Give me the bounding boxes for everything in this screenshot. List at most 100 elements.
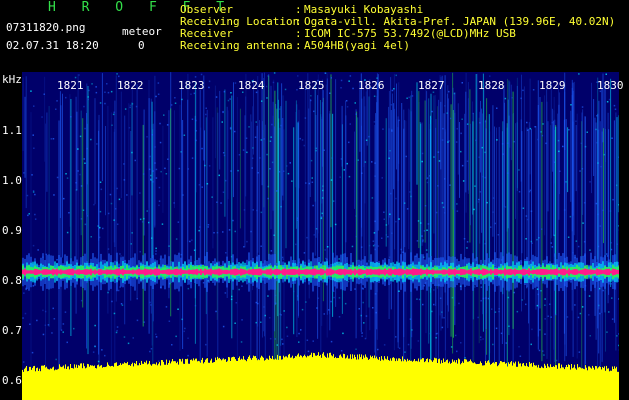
noise-streak: [182, 120, 184, 349]
baseline-fill: [185, 359, 186, 400]
baseline-fill: [459, 359, 460, 400]
baseline-fill: [143, 363, 144, 400]
baseline-fill: [70, 364, 71, 400]
baseline-fill: [272, 355, 273, 400]
x-tick-label: 1823: [178, 79, 205, 92]
carrier-line: [406, 269, 408, 275]
noise-speckle: [298, 332, 300, 335]
baseline-fill: [176, 363, 177, 400]
noise-speckle: [387, 236, 389, 238]
noise-speckle: [374, 220, 376, 223]
baseline-fill: [119, 365, 120, 400]
noise-speckle: [436, 332, 439, 335]
carrier-line: [444, 269, 446, 275]
noise-speckle: [421, 152, 424, 155]
baseline-fill: [458, 358, 459, 400]
baseline-fill: [264, 360, 265, 400]
noise-speckle: [599, 225, 602, 227]
noise-speckle: [241, 285, 243, 287]
baseline-fill: [28, 370, 29, 400]
noise-speckle: [215, 310, 217, 313]
noise-speckle: [484, 176, 486, 179]
noise-speckle: [92, 351, 95, 353]
noise-speckle: [506, 172, 509, 174]
baseline-fill: [563, 367, 564, 400]
noise-speckle: [29, 323, 31, 325]
baseline-fill: [126, 363, 127, 400]
noise-speckle: [525, 303, 527, 306]
noise-speckle: [99, 226, 101, 229]
noise-speckle: [187, 287, 190, 290]
noise-speckle: [463, 238, 466, 240]
noise-speckle: [569, 215, 572, 218]
noise-speckle: [426, 177, 429, 179]
baseline-fill: [341, 356, 342, 400]
baseline-fill: [138, 365, 139, 400]
noise-speckle: [583, 202, 586, 204]
baseline-fill: [439, 358, 440, 400]
noise-speckle: [456, 128, 458, 130]
baseline-fill: [520, 363, 521, 400]
noise-speckle: [62, 331, 64, 333]
carrier-line: [458, 270, 460, 274]
noise-speckle: [104, 354, 106, 357]
noise-speckle: [574, 304, 576, 306]
baseline-fill: [132, 362, 133, 400]
noise-speckle: [56, 100, 58, 102]
baseline-fill: [369, 358, 370, 400]
carrier-line: [192, 269, 194, 275]
noise-speckle: [492, 211, 494, 213]
baseline-fill: [302, 357, 303, 400]
carrier-line: [186, 270, 188, 274]
baseline-fill: [285, 356, 286, 400]
noise-streak: [264, 72, 265, 337]
baseline-fill: [32, 367, 33, 400]
carrier-line: [506, 269, 508, 275]
carrier-line: [316, 269, 318, 275]
baseline-fill: [225, 359, 226, 400]
noise-streak: [320, 100, 321, 263]
baseline-fill: [224, 359, 225, 400]
noise-speckle: [395, 74, 397, 77]
baseline-fill: [379, 357, 380, 400]
noise-streak: [576, 113, 578, 359]
baseline-fill: [377, 358, 378, 400]
baseline-fill: [95, 368, 96, 400]
noise-speckle: [191, 118, 194, 120]
carrier-line: [378, 268, 380, 276]
noise-speckle: [361, 335, 363, 337]
carrier-line: [94, 269, 96, 275]
baseline-fill: [465, 359, 466, 400]
noise-speckle: [101, 349, 103, 351]
carrier-line: [396, 269, 398, 275]
noise-streak: [541, 101, 543, 362]
carrier-line: [554, 268, 556, 276]
noise-speckle: [99, 102, 102, 104]
noise-speckle: [220, 202, 222, 204]
baseline-fill: [319, 356, 320, 400]
noise-streak: [282, 118, 284, 196]
noise-speckle: [116, 223, 119, 225]
carrier-line: [306, 269, 308, 275]
noise-streak: [605, 84, 607, 162]
noise-speckle: [296, 217, 299, 219]
noise-speckle: [589, 181, 591, 183]
carrier-line: [492, 270, 494, 274]
noise-speckle: [321, 197, 324, 199]
baseline-fill: [153, 363, 154, 400]
noise-speckle: [616, 184, 618, 187]
noise-streak: [366, 84, 368, 146]
baseline-fill: [374, 355, 375, 400]
noise-speckle: [232, 219, 234, 222]
carrier-line: [266, 269, 268, 275]
baseline-fill: [217, 356, 218, 400]
baseline-fill: [586, 367, 587, 400]
noise-speckle: [332, 200, 335, 202]
noise-speckle: [388, 157, 390, 159]
baseline-fill: [65, 364, 66, 400]
noise-speckle: [230, 170, 232, 172]
baseline-fill: [165, 364, 166, 400]
noise-speckle: [422, 303, 424, 306]
baseline-fill: [90, 365, 91, 400]
noise-streak: [444, 131, 446, 351]
